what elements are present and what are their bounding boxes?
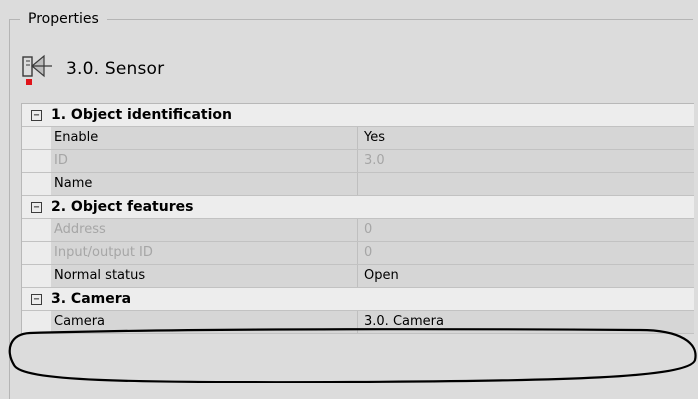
property-name: Enable bbox=[51, 127, 358, 149]
property-value[interactable]: 0 bbox=[358, 219, 694, 241]
minus-box-icon[interactable]: − bbox=[31, 293, 42, 305]
property-value[interactable]: 3.0 bbox=[358, 150, 694, 172]
property-value[interactable]: Open bbox=[358, 265, 694, 287]
property-value[interactable] bbox=[358, 173, 694, 195]
section-camera[interactable]: − 3. Camera bbox=[22, 288, 694, 311]
property-row-input-output-id[interactable]: Input/output ID 0 bbox=[22, 242, 694, 265]
property-value[interactable]: 3.0. Camera bbox=[358, 311, 694, 333]
property-grid: − 1. Object identification Enable Yes ID… bbox=[21, 103, 694, 334]
section-title: 3. Camera bbox=[51, 291, 132, 307]
row-gutter bbox=[22, 173, 51, 195]
property-value[interactable]: 0 bbox=[358, 242, 694, 264]
row-gutter bbox=[22, 311, 51, 333]
minus-box-icon[interactable]: − bbox=[31, 109, 42, 121]
property-name: ID bbox=[51, 150, 358, 172]
property-row-address[interactable]: Address 0 bbox=[22, 219, 694, 242]
property-row-enable[interactable]: Enable Yes bbox=[22, 127, 694, 150]
row-gutter bbox=[22, 150, 51, 172]
collapse-toggle[interactable]: − bbox=[22, 196, 51, 218]
property-row-name[interactable]: Name bbox=[22, 173, 694, 196]
property-name: Input/output ID bbox=[51, 242, 358, 264]
row-gutter bbox=[22, 265, 51, 287]
row-gutter bbox=[22, 242, 51, 264]
row-gutter bbox=[22, 127, 51, 149]
object-header: 3.0. Sensor bbox=[20, 52, 164, 86]
section-object-identification[interactable]: − 1. Object identification bbox=[22, 104, 694, 127]
collapse-toggle[interactable]: − bbox=[22, 104, 51, 126]
row-gutter bbox=[22, 219, 51, 241]
section-title: 2. Object features bbox=[51, 199, 194, 215]
section-title: 1. Object identification bbox=[51, 107, 232, 123]
property-row-camera[interactable]: Camera 3.0. Camera bbox=[22, 311, 694, 334]
section-object-features[interactable]: − 2. Object features bbox=[22, 196, 694, 219]
property-row-normal-status[interactable]: Normal status Open bbox=[22, 265, 694, 288]
sensor-icon bbox=[20, 52, 56, 86]
property-name: Camera bbox=[51, 311, 358, 333]
object-name: 3.0. Sensor bbox=[66, 59, 165, 79]
properties-group-title: Properties bbox=[20, 8, 107, 30]
collapse-toggle[interactable]: − bbox=[22, 288, 51, 310]
property-name: Name bbox=[51, 173, 358, 195]
property-value[interactable]: Yes bbox=[358, 127, 694, 149]
property-name: Address bbox=[51, 219, 358, 241]
minus-box-icon[interactable]: − bbox=[31, 201, 42, 213]
property-row-id[interactable]: ID 3.0 bbox=[22, 150, 694, 173]
property-name: Normal status bbox=[51, 265, 358, 287]
